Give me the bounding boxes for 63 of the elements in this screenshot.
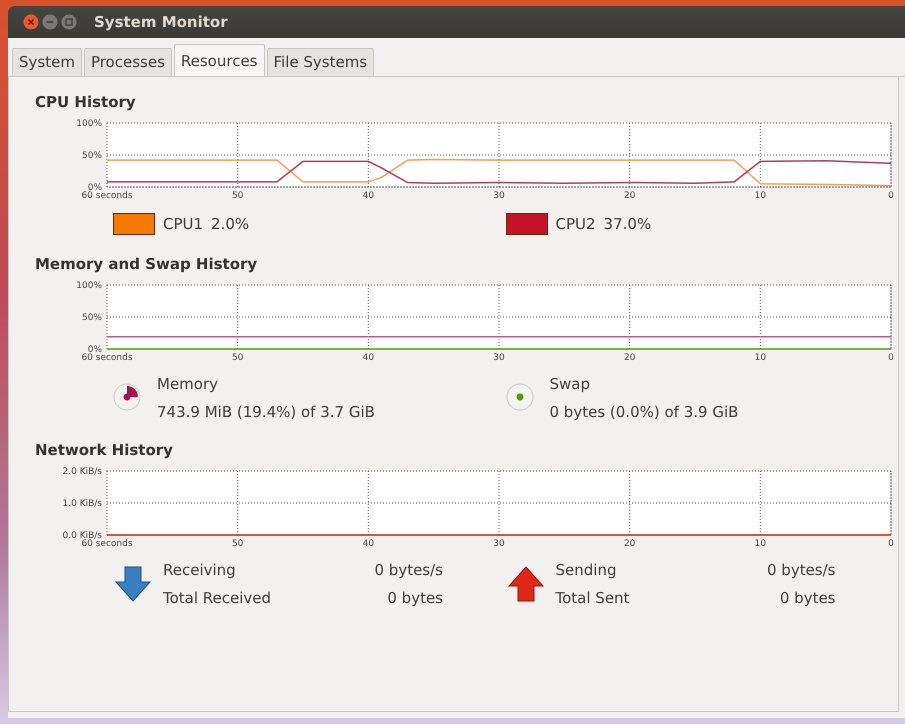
close-icon[interactable] bbox=[23, 14, 39, 30]
axis-label: 10 bbox=[754, 353, 766, 363]
legend-label: CPU2 bbox=[556, 215, 596, 233]
axis-label: 40 bbox=[362, 539, 374, 549]
axis-label: 100% bbox=[76, 281, 102, 291]
axis-label: 60 seconds bbox=[81, 191, 133, 201]
up-arrow-icon bbox=[506, 564, 546, 604]
section-title: Network History bbox=[35, 441, 173, 459]
axis-label: 10 bbox=[754, 539, 766, 549]
axis-label: 50 bbox=[232, 353, 244, 363]
axis-label: 50% bbox=[82, 313, 102, 323]
maximize-icon[interactable] bbox=[61, 14, 77, 30]
legend-value: 37.0% bbox=[604, 215, 652, 233]
axis-label: 0.0 KiB/s bbox=[62, 531, 102, 541]
axis-label: 0% bbox=[88, 183, 102, 193]
axis-label: 20 bbox=[624, 353, 636, 363]
axis-label: 100% bbox=[76, 119, 102, 129]
network-label: Total Sent bbox=[556, 589, 630, 607]
tab[interactable]: Processes bbox=[84, 48, 172, 76]
axis-label: 50 bbox=[232, 539, 244, 549]
axis-label: 20 bbox=[624, 191, 636, 201]
memory-label: Memory bbox=[157, 375, 218, 393]
memory-label: Swap bbox=[550, 375, 590, 393]
axis-label: 2.0 KiB/s bbox=[62, 467, 102, 477]
tab[interactable]: File Systems bbox=[266, 48, 374, 76]
axis-label: 0 bbox=[888, 191, 894, 201]
minimize-icon[interactable] bbox=[42, 14, 58, 30]
network-label: Receiving bbox=[163, 561, 236, 579]
axis-label: 20 bbox=[624, 539, 636, 549]
section-title: CPU History bbox=[35, 93, 136, 111]
network-value: 0 bytes/s bbox=[766, 561, 836, 579]
axis-label: 50% bbox=[82, 151, 102, 161]
axis-label: 0 bbox=[888, 353, 894, 363]
axis-label: 40 bbox=[362, 191, 374, 201]
axis-label: 50 bbox=[232, 191, 244, 201]
network-value: 0 bytes bbox=[387, 589, 443, 607]
axis-label: 30 bbox=[493, 353, 505, 363]
down-arrow-icon bbox=[113, 564, 153, 604]
axis-label: 1.0 KiB/s bbox=[62, 499, 102, 509]
network-label: Total Received bbox=[163, 589, 272, 607]
section-title: Memory and Swap History bbox=[35, 255, 258, 273]
pie-chart-icon[interactable] bbox=[113, 383, 143, 413]
axis-label: 60 seconds bbox=[81, 539, 133, 549]
axis-label: 30 bbox=[493, 539, 505, 549]
axis-label: 30 bbox=[493, 191, 505, 201]
axis-label: 40 bbox=[362, 353, 374, 363]
memory-usage: 743.9 MiB (19.4%) of 3.7 GiB bbox=[157, 403, 375, 421]
window-title: System Monitor bbox=[94, 13, 228, 31]
network-label: Sending bbox=[556, 561, 616, 579]
network-value: 0 bytes/s bbox=[374, 561, 443, 579]
tab[interactable]: System bbox=[12, 48, 82, 76]
color-swatch[interactable] bbox=[506, 213, 548, 235]
axis-label: 0 bbox=[888, 539, 894, 549]
axis-label: 0% bbox=[88, 345, 102, 355]
memory-usage: 0 bytes (0.0%) of 3.9 GiB bbox=[550, 403, 738, 421]
axis-label: 10 bbox=[754, 191, 766, 201]
network-value: 0 bytes bbox=[780, 589, 836, 607]
dot-icon[interactable] bbox=[506, 383, 536, 413]
tab[interactable]: Resources bbox=[174, 44, 264, 76]
axis-label: 60 seconds bbox=[81, 353, 133, 363]
legend-value: 2.0% bbox=[211, 215, 250, 233]
legend-label: CPU1 bbox=[163, 215, 204, 233]
color-swatch[interactable] bbox=[113, 213, 155, 235]
